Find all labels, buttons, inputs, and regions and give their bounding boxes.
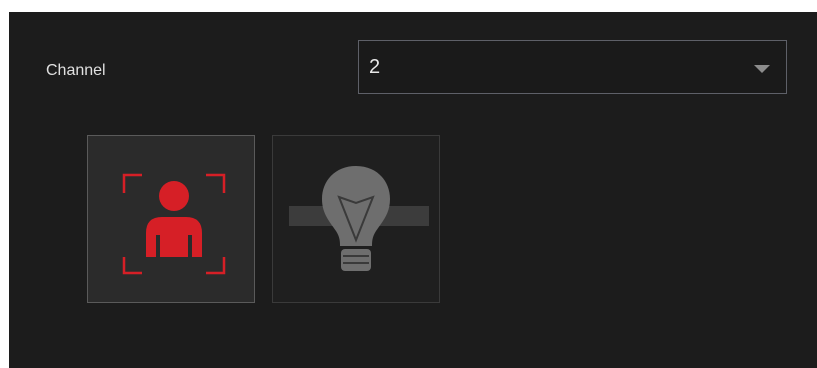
- light-bulb-icon: [289, 166, 429, 271]
- channel-label: Channel: [46, 62, 106, 79]
- face-detection-icon: [122, 173, 226, 275]
- settings-panel: Channel 2: [9, 12, 817, 368]
- chevron-down-icon[interactable]: [754, 65, 770, 73]
- channel-select-value: 2: [369, 56, 381, 78]
- channel-select[interactable]: 2: [358, 40, 787, 94]
- face-detection-tile[interactable]: [87, 135, 255, 303]
- light-mode-tile[interactable]: [272, 135, 440, 303]
